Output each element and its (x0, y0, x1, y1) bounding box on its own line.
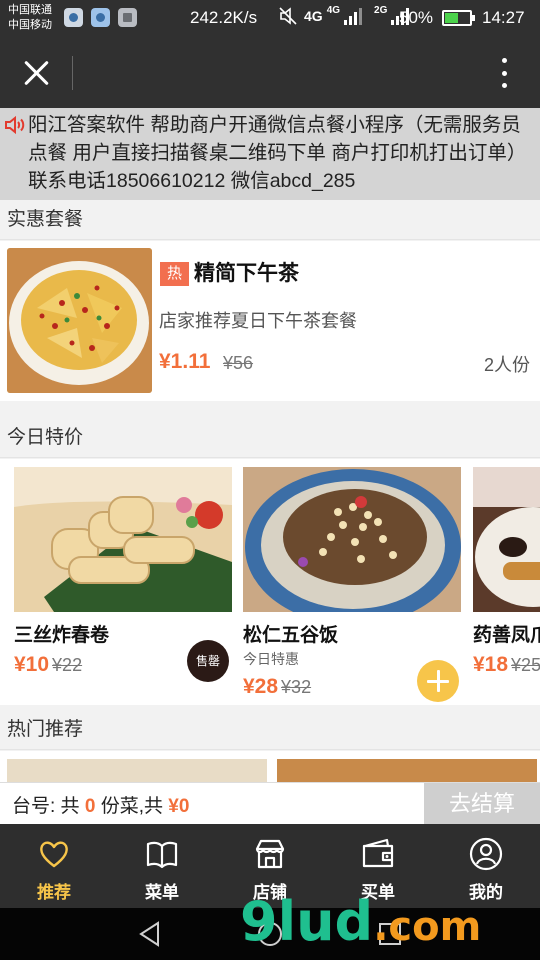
back-nav-icon[interactable] (136, 920, 164, 948)
clock: 14:27 (482, 8, 525, 27)
dish-card[interactable]: 药善凤爪 ¥18 ¥25 (473, 467, 540, 677)
network-speed: 242.2K/s (190, 8, 258, 27)
carrier-names: 中国联通 中国移动 (8, 3, 52, 33)
carrier-1: 中国联通 (8, 4, 52, 16)
status-bar: 中国联通 中国移动 242.2K/s 4G 4G 2G 50% 14:27 (0, 0, 540, 38)
cloud-app-icon (64, 8, 83, 27)
location-app-icon (91, 8, 110, 27)
dish-image (473, 467, 540, 612)
combo-original-price: ¥56 (223, 353, 254, 373)
section-title-hot: 热门推荐 (0, 710, 540, 750)
hot-dish-image (7, 759, 267, 782)
tab-label: 推荐 (37, 883, 71, 902)
cart-bar: 台号: 共 0 份菜,共 ¥0 去结算 (0, 782, 540, 825)
user-icon (469, 837, 503, 871)
battery-percent: 50% (399, 8, 434, 27)
book-icon (146, 841, 178, 869)
gallery-app-icon (118, 8, 137, 27)
tab-recommend[interactable]: 推荐 (0, 824, 108, 908)
notification-icons (64, 8, 137, 27)
special-carousel[interactable]: 三丝炸春卷 ¥10 ¥22 松仁五谷饭 今日特惠 ¥28 ¥32 药善凤爪 ¥1… (0, 459, 540, 705)
watermark-suffix: .com (373, 904, 482, 950)
combo-price: ¥1.11 (159, 350, 211, 373)
status-indicators: 4G 4G 2G (278, 5, 410, 26)
title-divider (72, 56, 73, 90)
dish-original-price: ¥32 (281, 677, 312, 697)
combo-title: 精简下午茶 (194, 262, 299, 285)
title-bar (0, 38, 540, 108)
dish-original-price: ¥22 (52, 655, 83, 675)
dish-price: ¥10 (14, 653, 50, 676)
dish-image (243, 467, 461, 612)
wallet-icon (362, 838, 394, 868)
tab-label: 菜单 (145, 883, 179, 902)
store-icon (255, 839, 285, 869)
combo-serves: 2人份 (484, 355, 531, 375)
dish-image (14, 467, 232, 612)
net-4g-label: 4G (304, 8, 323, 24)
more-vertical-icon[interactable] (494, 54, 514, 92)
carrier-2: 中国移动 (8, 19, 52, 31)
dish-name: 药善凤爪 (473, 625, 540, 646)
combo-description: 店家推荐夏日下午茶套餐 (159, 311, 357, 331)
dish-price: ¥28 (243, 675, 279, 698)
combo-dish-image (7, 248, 152, 393)
net-2g-label: 2G (374, 5, 388, 16)
dish-original-price: ¥25 (511, 655, 540, 675)
add-to-cart-button[interactable] (417, 660, 459, 702)
battery-icon (442, 10, 475, 26)
announcement-text: 阳江答案软件 帮助商户开通微信点餐小程序（无需服务员点餐 用户直接扫描餐桌二维码… (28, 114, 527, 192)
tab-menu[interactable]: 菜单 (108, 824, 216, 908)
close-icon[interactable] (22, 58, 52, 88)
dish-price: ¥18 (473, 653, 509, 676)
checkout-button[interactable]: 去结算 (424, 783, 540, 825)
section-title-combo: 实惠套餐 (0, 200, 540, 240)
sold-out-badge: 售罄 (187, 640, 229, 682)
cart-summary: 台号: 共 0 份菜,共 ¥0 (12, 791, 189, 818)
watermark-logo: 9lud.com (240, 890, 481, 953)
cart-total: ¥0 (168, 796, 190, 817)
dish-name: 松仁五谷饭 (243, 625, 339, 646)
net-4g-small-label: 4G (326, 5, 341, 16)
section-title-special: 今日特价 (0, 418, 540, 458)
cart-prefix: 台号: 共 (12, 796, 85, 817)
signal-1-icon (344, 7, 363, 25)
hot-tag: 热 (160, 262, 189, 286)
cart-middle: 份菜,共 (95, 796, 169, 817)
cart-count: 0 (84, 796, 96, 817)
speaker-icon (5, 115, 25, 135)
hot-list[interactable] (0, 751, 540, 782)
combo-card[interactable]: 热 精简下午茶 店家推荐夏日下午茶套餐 ¥1.11 ¥56 2人份 (0, 241, 540, 401)
announcement-banner: 阳江答案软件 帮助商户开通微信点餐小程序（无需服务员点餐 用户直接扫描餐桌二维码… (0, 108, 540, 200)
heart-icon (40, 841, 68, 868)
mute-icon (279, 7, 297, 25)
watermark-main: 9lud (240, 890, 374, 953)
hot-dish-image (277, 759, 537, 782)
